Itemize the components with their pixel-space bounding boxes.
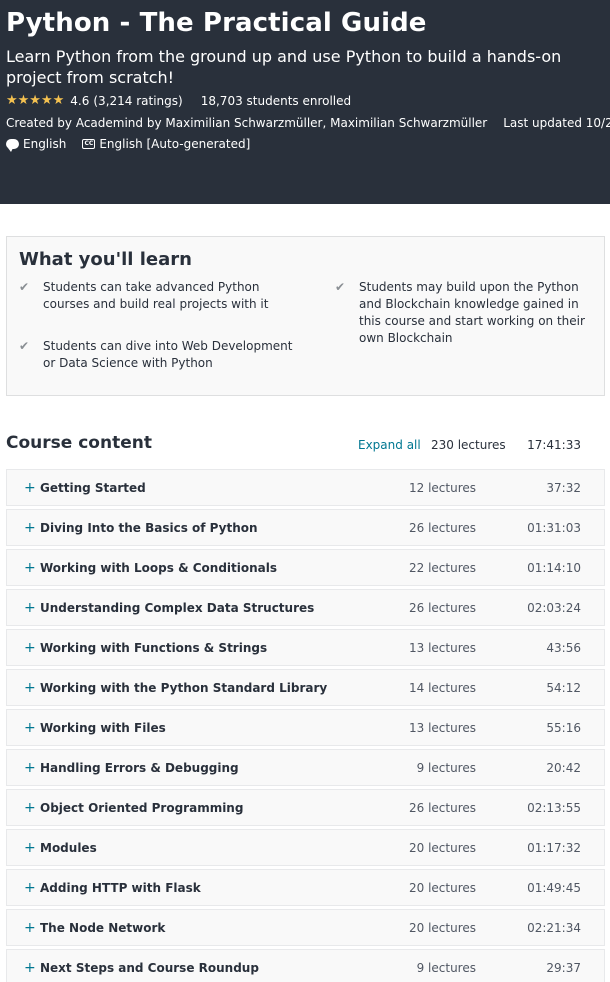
plus-icon: + bbox=[24, 640, 36, 656]
section-duration: 02:21:34 bbox=[527, 921, 581, 935]
what-youll-learn-box: What you'll learn ✔ Students can take ad… bbox=[6, 236, 605, 396]
curriculum-section[interactable]: + Working with Files 13 lectures 55:16 bbox=[6, 709, 605, 746]
section-lecture-count: 26 lectures bbox=[408, 521, 476, 535]
created-by[interactable]: Created by Academind by Maximilian Schwa… bbox=[6, 115, 487, 131]
curriculum-section[interactable]: + Working with Functions & Strings 13 le… bbox=[6, 629, 605, 666]
section-title: Diving Into the Basics of Python bbox=[40, 521, 258, 535]
section-lecture-count: 14 lectures bbox=[408, 681, 476, 695]
curriculum-section[interactable]: + Handling Errors & Debugging 9 lectures… bbox=[6, 749, 605, 786]
caption-language: English [Auto-generated] bbox=[99, 137, 251, 151]
language-row: English CC English [Auto-generated] bbox=[6, 136, 250, 152]
check-icon: ✔ bbox=[335, 280, 346, 294]
section-duration: 02:03:24 bbox=[527, 601, 581, 615]
plus-icon: + bbox=[24, 480, 36, 496]
section-title: Getting Started bbox=[40, 481, 146, 495]
plus-icon: + bbox=[24, 800, 36, 816]
total-duration: 17:41:33 bbox=[527, 438, 581, 452]
section-lecture-count: 20 lectures bbox=[408, 921, 476, 935]
curriculum-section[interactable]: + Modules 20 lectures 01:17:32 bbox=[6, 829, 605, 866]
section-title: Object Oriented Programming bbox=[40, 801, 244, 815]
section-title: Adding HTTP with Flask bbox=[40, 881, 201, 895]
section-duration: 20:42 bbox=[546, 761, 581, 775]
check-icon: ✔ bbox=[19, 280, 30, 294]
section-title: Understanding Complex Data Structures bbox=[40, 601, 315, 615]
course-header: Python - The Practical Guide Learn Pytho… bbox=[0, 0, 610, 204]
course-title: Python - The Practical Guide bbox=[6, 8, 427, 38]
learn-item: ✔ Students may build upon the Python and… bbox=[335, 279, 597, 347]
plus-icon: + bbox=[24, 680, 36, 696]
section-title: Working with Functions & Strings bbox=[40, 641, 268, 655]
section-title: Next Steps and Course Roundup bbox=[40, 961, 259, 975]
learn-item: ✔ Students can dive into Web Development… bbox=[19, 338, 299, 372]
course-content-heading: Course content bbox=[6, 433, 152, 453]
last-updated: Last updated 10/2019 bbox=[503, 116, 610, 130]
section-title: Working with Loops & Conditionals bbox=[40, 561, 278, 575]
section-lecture-count: 20 lectures bbox=[408, 841, 476, 855]
curriculum-section[interactable]: + Diving Into the Basics of Python 26 le… bbox=[6, 509, 605, 546]
section-duration: 01:14:10 bbox=[527, 561, 581, 575]
check-icon: ✔ bbox=[19, 339, 30, 353]
section-lecture-count: 12 lectures bbox=[408, 481, 476, 495]
curriculum-section[interactable]: + Understanding Complex Data Structures … bbox=[6, 589, 605, 626]
section-duration: 37:32 bbox=[546, 481, 581, 495]
section-duration: 43:56 bbox=[546, 641, 581, 655]
section-title: Modules bbox=[40, 841, 97, 855]
rating-count[interactable]: (3,214 ratings) bbox=[93, 93, 182, 109]
curriculum-section[interactable]: + Adding HTTP with Flask 20 lectures 01:… bbox=[6, 869, 605, 906]
learn-item-text: Students may build upon the Python and B… bbox=[359, 280, 585, 345]
section-title: Working with Files bbox=[40, 721, 166, 735]
creator-row: Created by Academind by Maximilian Schwa… bbox=[6, 115, 610, 131]
curriculum-section[interactable]: + Getting Started 12 lectures 37:32 bbox=[6, 469, 605, 506]
plus-icon: + bbox=[24, 560, 36, 576]
plus-icon: + bbox=[24, 600, 36, 616]
plus-icon: + bbox=[24, 840, 36, 856]
plus-icon: + bbox=[24, 920, 36, 936]
section-lecture-count: 13 lectures bbox=[408, 721, 476, 735]
section-title: The Node Network bbox=[40, 921, 166, 935]
learn-heading: What you'll learn bbox=[19, 249, 192, 270]
curriculum-section[interactable]: + Working with Loops & Conditionals 22 l… bbox=[6, 549, 605, 586]
section-duration: 01:17:32 bbox=[527, 841, 581, 855]
section-duration: 01:49:45 bbox=[527, 881, 581, 895]
plus-icon: + bbox=[24, 720, 36, 736]
section-lecture-count: 22 lectures bbox=[408, 561, 476, 575]
course-subtitle: Learn Python from the ground up and use … bbox=[6, 47, 562, 87]
curriculum-section[interactable]: + The Node Network 20 lectures 02:21:34 bbox=[6, 909, 605, 946]
plus-icon: + bbox=[24, 960, 36, 976]
curriculum-section[interactable]: + Next Steps and Course Roundup 9 lectur… bbox=[6, 949, 605, 982]
section-duration: 54:12 bbox=[546, 681, 581, 695]
section-title: Working with the Python Standard Library bbox=[40, 681, 328, 695]
star-rating-icon: ★★★★★ bbox=[6, 93, 65, 108]
course-content-header: Course content Expand all 230 lectures 1… bbox=[6, 430, 604, 458]
section-duration: 01:31:03 bbox=[527, 521, 581, 535]
section-lecture-count: 26 lectures bbox=[408, 601, 476, 615]
enrolled-count: 18,703 students enrolled bbox=[200, 94, 352, 108]
section-duration: 02:13:55 bbox=[527, 801, 581, 815]
course-language: English bbox=[23, 137, 67, 151]
section-duration: 55:16 bbox=[546, 721, 581, 735]
section-duration: 29:37 bbox=[546, 961, 581, 975]
section-lecture-count: 9 lectures bbox=[416, 761, 476, 775]
section-title: Handling Errors & Debugging bbox=[40, 761, 239, 775]
section-lecture-count: 26 lectures bbox=[408, 801, 476, 815]
rating-row: ★★★★★ 4.6 (3,214 ratings) 18,703 student… bbox=[6, 93, 351, 109]
section-lecture-count: 9 lectures bbox=[416, 961, 476, 975]
section-lecture-count: 20 lectures bbox=[408, 881, 476, 895]
learn-item-text: Students can take advanced Python course… bbox=[43, 280, 269, 311]
curriculum-sections: + Getting Started 12 lectures 37:32 + Di… bbox=[6, 469, 605, 982]
plus-icon: + bbox=[24, 520, 36, 536]
section-lecture-count: 13 lectures bbox=[408, 641, 476, 655]
rating-value: 4.6 bbox=[70, 94, 90, 108]
learn-item: ✔ Students can take advanced Python cour… bbox=[19, 279, 299, 313]
plus-icon: + bbox=[24, 880, 36, 896]
closed-captions-icon: CC bbox=[82, 139, 96, 149]
plus-icon: + bbox=[24, 760, 36, 776]
curriculum-section[interactable]: + Working with the Python Standard Libra… bbox=[6, 669, 605, 706]
total-lectures: 230 lectures bbox=[431, 438, 506, 452]
learn-item-text: Students can dive into Web Development o… bbox=[43, 339, 293, 370]
curriculum-section[interactable]: + Object Oriented Programming 26 lecture… bbox=[6, 789, 605, 826]
speech-bubble-icon bbox=[6, 139, 19, 152]
expand-all-button[interactable]: Expand all bbox=[358, 438, 421, 452]
